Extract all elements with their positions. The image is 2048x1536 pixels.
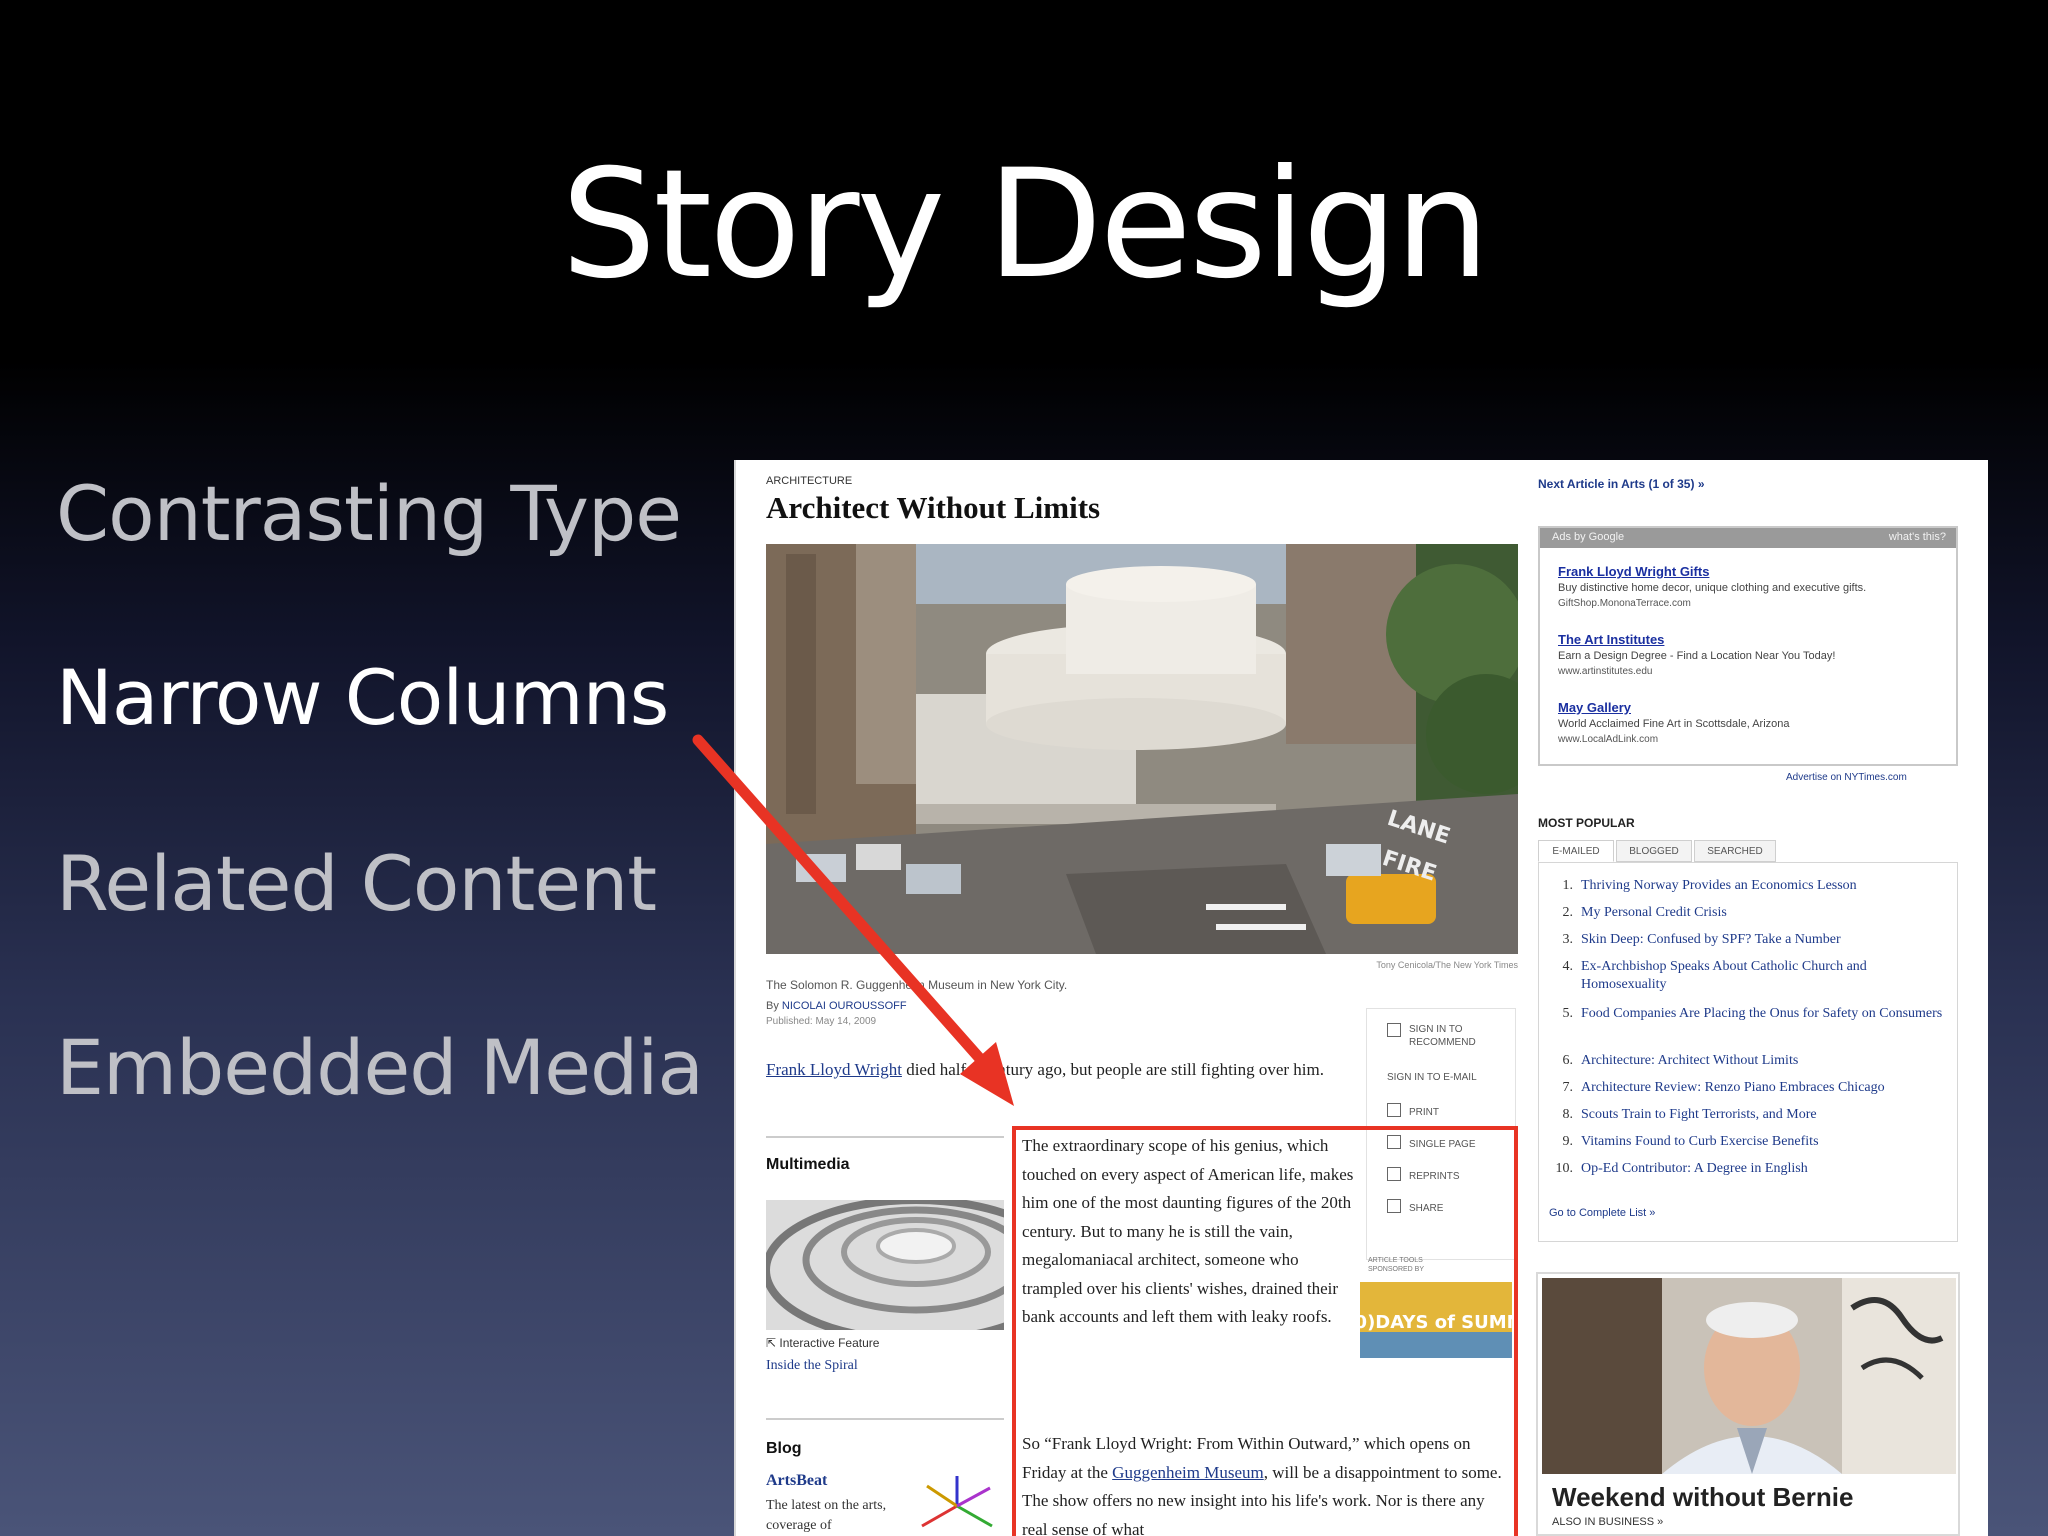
divider — [766, 1418, 1004, 1420]
list-item-title: Architecture: Architect Without Limits — [1581, 1053, 1799, 1068]
interactive-icon: ⇱ — [766, 1336, 780, 1350]
bullet-related-content: Related Content — [56, 839, 657, 928]
list-item-title: Scouts Train to Fight Terrorists, and Mo… — [1581, 1107, 1817, 1122]
multimedia-label: Multimedia — [766, 1156, 850, 1173]
ad-url[interactable]: www.artinstitutes.edu — [1558, 666, 1653, 677]
ad-description: Buy distinctive home decor, unique cloth… — [1558, 582, 1867, 594]
list-item[interactable]: 2. My Personal Credit Crisis — [1549, 904, 1949, 922]
ad-description: Earn a Design Degree - Find a Location N… — [1558, 650, 1836, 662]
list-item-title: My Personal Credit Crisis — [1581, 905, 1727, 920]
ad-url[interactable]: GiftShop.MononaTerrace.com — [1558, 598, 1691, 609]
list-item-title: Ex-Archbishop Speaks About Catholic Chur… — [1581, 959, 1867, 993]
photo-credit: Tony Cenicola/The New York Times — [1376, 960, 1518, 970]
next-article-link[interactable]: Next Article in Arts (1 of 35) » — [1538, 477, 1705, 491]
tab-blogged[interactable]: BLOGGED — [1616, 840, 1692, 862]
divider — [766, 1136, 1004, 1138]
recommend-icon — [1387, 1023, 1401, 1037]
list-number: 8. — [1562, 1107, 1574, 1122]
lede-text: died half a century ago, but people are … — [901, 1060, 1324, 1079]
inside-spiral-link[interactable]: Inside the Spiral — [766, 1358, 858, 1374]
list-item[interactable]: 8. Scouts Train to Fight Terrorists, and … — [1549, 1106, 1949, 1124]
most-popular-list: 1. Thriving Norway Provides an Economics … — [1538, 862, 1958, 1242]
ads-header-label: Ads by Google — [1552, 531, 1625, 543]
list-number: 6. — [1562, 1053, 1574, 1068]
wright-link[interactable]: Frank Lloyd Wright — [766, 1060, 902, 1079]
whats-this-link[interactable]: what's this? — [1889, 531, 1946, 543]
most-popular-label: MOST POPULAR — [1538, 816, 1635, 830]
feature-section-link[interactable]: ALSO IN BUSINESS » — [1552, 1516, 1663, 1528]
ad-title-link[interactable]: May Gallery — [1558, 700, 1631, 715]
list-number: 10. — [1555, 1161, 1574, 1176]
list-number: 5. — [1562, 1006, 1574, 1021]
feature-promo[interactable]: Weekend without Bernie ALSO IN BUSINESS … — [1536, 1272, 1960, 1536]
list-item[interactable]: 7. Architecture Review: Renzo Piano Embra… — [1549, 1079, 1949, 1097]
ad-title-link[interactable]: The Art Institutes — [1558, 632, 1664, 647]
list-item[interactable]: 1. Thriving Norway Provides an Economics … — [1549, 877, 1949, 895]
recommend-label: SIGN IN TO RECOMMEND — [1409, 1024, 1476, 1048]
list-number: 1. — [1562, 878, 1574, 893]
list-item[interactable]: 5. Food Companies Are Placing the Onus fo… — [1549, 1005, 1949, 1023]
slide-title: Story Design — [561, 138, 1490, 312]
email-tool[interactable]: SIGN IN TO E-MAIL — [1387, 1071, 1477, 1084]
tab-emailed[interactable]: E-MAILED — [1538, 840, 1614, 862]
bullet-narrow-columns: Narrow Columns — [56, 653, 669, 742]
blog-description: The latest on the arts, coverage of — [766, 1498, 887, 1533]
print-tool[interactable]: PRINT — [1387, 1103, 1439, 1119]
list-item[interactable]: 10. Op-Ed Contributor: A Degree in Englis… — [1549, 1160, 1949, 1178]
advertise-link[interactable]: Advertise on NYTimes.com — [1786, 772, 1907, 783]
list-item-title: Architecture Review: Renzo Piano Embrace… — [1581, 1080, 1885, 1095]
publish-date: Published: May 14, 2009 — [766, 1016, 877, 1027]
ad-title-link[interactable]: Frank Lloyd Wright Gifts — [1558, 564, 1709, 579]
list-item-title: Skin Deep: Confused by SPF? Take a Numbe… — [1581, 932, 1841, 947]
list-item-title: Thriving Norway Provides an Economics Le… — [1581, 878, 1857, 893]
google-ads-box: Ads by Google what's this? Frank Lloyd W… — [1538, 526, 1958, 766]
article-lede: Frank Lloyd Wright died half a century a… — [766, 1056, 1326, 1084]
ad-url[interactable]: www.LocalAdLink.com — [1558, 734, 1658, 745]
list-item[interactable]: 4. Ex-Archbishop Speaks About Catholic Ch… — [1549, 958, 1949, 994]
print-icon — [1387, 1103, 1401, 1117]
section-kicker[interactable]: ARCHITECTURE — [766, 475, 852, 487]
interactive-feature-text: Interactive Feature — [779, 1336, 880, 1350]
photo-caption: The Solomon R. Guggenheim Museum in New … — [766, 978, 1068, 992]
list-item[interactable]: 6. Architecture: Architect Without Limits — [1549, 1052, 1949, 1070]
list-item-title: Food Companies Are Placing the Onus for … — [1581, 1006, 1943, 1021]
multimedia-thumbnail[interactable] — [766, 1200, 1004, 1330]
author-link[interactable]: NICOLAI OUROUSSOFF — [782, 1000, 907, 1012]
list-number: 2. — [1562, 905, 1574, 920]
list-number: 9. — [1562, 1134, 1574, 1149]
byline: By NICOLAI OUROUSSOFF — [766, 1000, 907, 1012]
guggenheim-photo: LANE FIRE — [766, 544, 1518, 954]
guggenheim-link[interactable]: Guggenheim Museum — [1112, 1463, 1264, 1482]
artsbeat-link[interactable]: ArtsBeat — [766, 1472, 827, 1490]
ad-description: World Acclaimed Fine Art in Scottsdale, … — [1558, 718, 1790, 730]
feature-photo — [1542, 1278, 1956, 1474]
article-headline: Architect Without Limits — [766, 490, 1101, 525]
byline-prefix: By — [766, 1000, 782, 1012]
list-item[interactable]: 3. Skin Deep: Confused by SPF? Take a Num… — [1549, 931, 1949, 949]
list-item[interactable]: 9. Vitamins Found to Curb Exercise Benefi… — [1549, 1133, 1949, 1151]
article-body-para-2: So “Frank Lloyd Wright: From Within Outw… — [1022, 1430, 1502, 1536]
feature-title: Weekend without Bernie — [1552, 1482, 1854, 1512]
artsbeat-logo — [921, 1476, 993, 1528]
interactive-feature-label: ⇱ Interactive Feature — [766, 1336, 879, 1350]
bullet-contrasting-type: Contrasting Type — [56, 469, 682, 558]
complete-list-link[interactable]: Go to Complete List » — [1549, 1207, 1655, 1219]
list-number: 7. — [1562, 1080, 1574, 1095]
list-item-title: Op-Ed Contributor: A Degree in English — [1581, 1161, 1808, 1176]
article-screenshot: ARCHITECTURE Architect Without Limits LA… — [734, 460, 1988, 1536]
bullet-embedded-media: Embedded Media — [56, 1023, 704, 1112]
ads-header: Ads by Google what's this? — [1540, 528, 1956, 548]
list-item-title: Vitamins Found to Curb Exercise Benefits — [1581, 1134, 1819, 1149]
recommend-tool[interactable]: SIGN IN TO RECOMMEND — [1387, 1023, 1476, 1049]
tab-searched[interactable]: SEARCHED — [1694, 840, 1776, 862]
list-number: 4. — [1562, 959, 1574, 974]
print-label: PRINT — [1409, 1107, 1439, 1118]
article-body-para-1: The extraordinary scope of his genius, w… — [1022, 1136, 1354, 1327]
blog-label: Blog — [766, 1440, 802, 1457]
list-number: 3. — [1562, 932, 1574, 947]
